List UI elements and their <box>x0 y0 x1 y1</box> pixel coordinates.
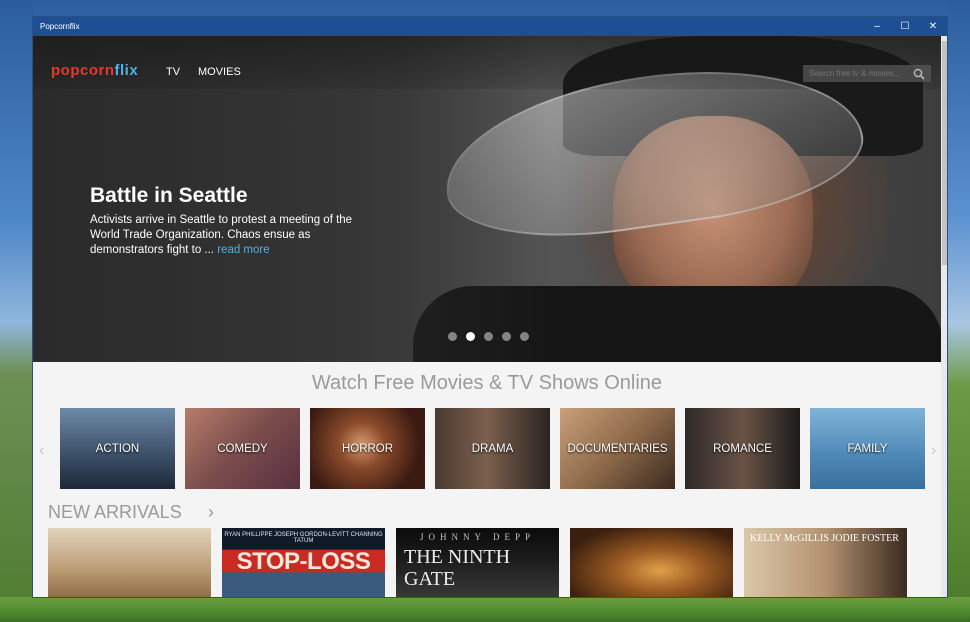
poster-credits: RYAN PHILLIPPE JOSEPH GORDON-LEVITT CHAN… <box>224 532 383 544</box>
genres-prev-arrow-icon[interactable]: ‹ <box>39 442 44 460</box>
slide-indicators <box>448 332 529 341</box>
desktop-background-right <box>948 0 970 622</box>
genre-tile-documentaries[interactable]: DOCUMENTARIES <box>560 408 675 489</box>
genre-label: ROMANCE <box>713 442 772 455</box>
close-button[interactable]: ✕ <box>919 17 947 36</box>
poster-title: THE NINTH GATE <box>404 546 511 590</box>
genre-tile-romance[interactable]: ROMANCE <box>685 408 800 489</box>
new-arrivals-row: RYAN PHILLIPPE JOSEPH GORDON-LEVITT CHAN… <box>48 528 907 597</box>
window-title: Popcornflix <box>40 22 80 31</box>
movie-poster-ninth-gate[interactable]: JOHNNY DEPP THE NINTH GATE <box>396 528 559 597</box>
movie-poster[interactable]: KELLY McGILLIS JODIE FOSTER <box>744 528 907 597</box>
slide-dot-1[interactable] <box>448 332 457 341</box>
window-controls: – ☐ ✕ <box>863 17 947 36</box>
slide-dot-5[interactable] <box>520 332 529 341</box>
app-window: Popcornflix – ☐ ✕ popcornflix TV MOVIES … <box>32 16 948 598</box>
desktop-background-bottom <box>0 597 970 622</box>
minimize-button[interactable]: – <box>863 17 891 36</box>
hero-banner[interactable]: popcornflix TV MOVIES Battle in Seattle … <box>33 36 941 362</box>
genre-label: FAMILY <box>847 442 888 455</box>
genre-tile-horror[interactable]: HORROR <box>310 408 425 489</box>
logo-part-popcorn: popcorn <box>51 62 115 79</box>
slide-dot-3[interactable] <box>484 332 493 341</box>
genre-tile-family[interactable]: FAMILY <box>810 408 925 489</box>
genres-next-arrow-icon[interactable]: › <box>931 442 936 460</box>
genre-label: HORROR <box>341 442 394 455</box>
nav-tv-link[interactable]: TV <box>166 66 180 78</box>
scrollbar-thumb[interactable] <box>942 41 947 265</box>
maximize-button[interactable]: ☐ <box>891 17 919 36</box>
chevron-right-icon[interactable]: › <box>208 502 214 523</box>
nav-movies-link[interactable]: MOVIES <box>198 66 241 78</box>
logo-part-flix: flix <box>114 62 139 79</box>
poster-credits: JOHNNY DEPP <box>420 532 535 542</box>
new-arrivals-heading[interactable]: NEW ARRIVALS <box>48 502 182 523</box>
genre-carousel: ACTION COMEDY HORROR DRAMA DOCUMENTARIES… <box>60 408 925 489</box>
movie-poster-stop-loss[interactable]: RYAN PHILLIPPE JOSEPH GORDON-LEVITT CHAN… <box>222 528 385 597</box>
hero-description: Activists arrive in Seattle to protest a… <box>90 213 380 258</box>
genre-label: COMEDY <box>217 442 268 455</box>
movie-poster[interactable] <box>48 528 211 597</box>
genre-tile-comedy[interactable]: COMEDY <box>185 408 300 489</box>
poster-title: STOP-LOSS <box>236 548 371 575</box>
genre-tile-action[interactable]: ACTION <box>60 408 175 489</box>
movie-poster[interactable] <box>570 528 733 597</box>
poster-credits: KELLY McGILLIS JODIE FOSTER <box>750 533 899 544</box>
title-bar[interactable]: Popcornflix – ☐ ✕ <box>33 17 947 36</box>
slide-dot-4[interactable] <box>502 332 511 341</box>
read-more-link[interactable]: read more <box>217 244 269 256</box>
page-tagline: Watch Free Movies & TV Shows Online <box>311 372 663 394</box>
search-icon[interactable] <box>911 66 927 81</box>
slide-dot-2[interactable] <box>466 332 475 341</box>
genre-label: DRAMA <box>471 442 514 455</box>
genre-tile-drama[interactable]: DRAMA <box>435 408 550 489</box>
genre-label: DOCUMENTARIES <box>567 442 668 455</box>
popcornflix-logo[interactable]: popcornflix <box>51 62 138 79</box>
desktop-background-left <box>0 0 33 622</box>
genre-label: ACTION <box>95 442 140 455</box>
hero-title: Battle in Seattle <box>90 184 248 207</box>
